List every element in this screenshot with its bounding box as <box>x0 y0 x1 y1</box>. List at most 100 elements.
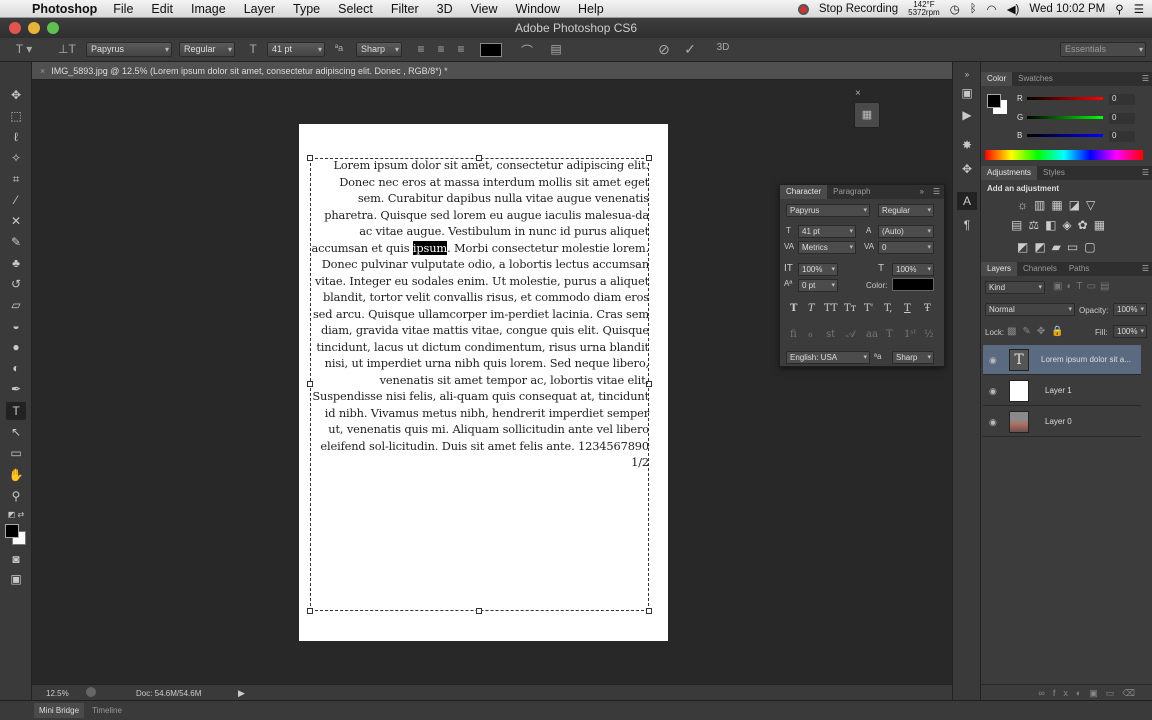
visibility-eye-icon[interactable]: ◉ <box>989 376 997 406</box>
adjustment-icons-row-1[interactable]: ☼▥▦◪▽ <box>1017 198 1101 212</box>
layer-filter-icons[interactable]: ▣◐T▭▤ <box>1053 281 1114 292</box>
warp-text-icon[interactable]: ⌒ <box>520 42 534 59</box>
move-tool-icon[interactable]: ✥ <box>6 86 26 104</box>
menu-3d[interactable]: 3D <box>437 2 453 16</box>
type-tool-preset-icon[interactable]: T ▾ <box>14 42 34 56</box>
visibility-eye-icon[interactable]: ◉ <box>989 407 997 437</box>
zoom-window-icon[interactable] <box>47 22 59 34</box>
shape-tool-icon[interactable]: ▭ <box>6 444 26 462</box>
screen-mode-icon[interactable]: ▣ <box>6 570 26 588</box>
character-panel-collapsed-icon[interactable]: ▦ <box>854 102 880 128</box>
strikethrough-button[interactable]: Ŧ <box>924 303 931 314</box>
default-colors-icon[interactable]: ◩ ⇄ <box>6 506 26 524</box>
r-value[interactable]: 0 <box>1109 94 1135 105</box>
font-style-select[interactable]: Regular <box>179 42 235 57</box>
layers-panel-menu-icon[interactable]: ☰ <box>1142 262 1149 276</box>
align-center-icon[interactable]: ≡ <box>434 42 448 56</box>
foreground-color-swatch[interactable] <box>5 524 19 538</box>
clock[interactable]: Wed 10:02 PM <box>1029 3 1105 15</box>
opacity-input[interactable]: 100% <box>1113 303 1147 316</box>
collapse-panel-icon[interactable]: » <box>920 185 924 199</box>
history-brush-tool-icon[interactable]: ↺ <box>6 275 26 293</box>
menu-type[interactable]: Type <box>293 2 320 16</box>
quick-mask-icon[interactable]: ◙ <box>6 550 26 568</box>
bbox-handle[interactable] <box>476 608 482 614</box>
superscript-button[interactable]: T' <box>864 303 873 314</box>
char-antialias-select[interactable]: Sharp <box>892 351 934 364</box>
dodge-tool-icon[interactable]: ◐ <box>6 359 26 377</box>
layer-name[interactable]: Layer 0 <box>1045 407 1072 437</box>
tab-layers[interactable]: Layers <box>981 262 1018 276</box>
app-menu[interactable]: Photoshop <box>32 2 97 16</box>
char-horizontal-scale-input[interactable]: 100% <box>892 263 934 276</box>
zoom-tool-icon[interactable]: ⚲ <box>6 487 26 505</box>
commit-edits-icon[interactable]: ✓ <box>682 41 698 58</box>
menu-filter[interactable]: Filter <box>391 2 419 16</box>
char-size-select[interactable]: 41 pt <box>798 225 856 238</box>
adjustments-panel-menu-icon[interactable]: ☰ <box>1142 166 1149 180</box>
spotlight-icon[interactable]: ⚲ <box>1115 2 1123 16</box>
char-tracking-select[interactable]: 0 <box>878 241 934 254</box>
wifi-icon[interactable]: ◠ <box>987 2 997 16</box>
volume-icon[interactable]: ◀) <box>1007 2 1020 16</box>
menu-select[interactable]: Select <box>338 2 373 16</box>
tab-paragraph[interactable]: Paragraph <box>827 185 876 199</box>
color-spectrum-ramp[interactable] <box>985 150 1143 160</box>
opentype-swash-icon[interactable]: 𝒜 <box>846 329 855 340</box>
status-info-icon[interactable] <box>86 687 96 697</box>
paragraph-text[interactable]: Lorem ipsum dolor sit amet, consectetur … <box>311 157 649 471</box>
char-font-style-select[interactable]: Regular <box>878 204 934 217</box>
char-kerning-select[interactable]: Metrics <box>798 241 856 254</box>
tab-paths[interactable]: Paths <box>1063 262 1095 276</box>
clone-source-panel-icon[interactable]: ✥ <box>957 160 977 178</box>
blend-mode-select[interactable]: Normal <box>985 303 1075 316</box>
tab-adjustments[interactable]: Adjustments <box>981 166 1038 180</box>
font-family-select[interactable]: Papyrus <box>86 42 172 57</box>
character-panel-icon[interactable]: A <box>957 192 977 210</box>
toggle-panels-icon[interactable]: ▤ <box>548 42 564 56</box>
paint-bucket-tool-icon[interactable]: ◒ <box>6 317 26 335</box>
clone-stamp-tool-icon[interactable]: ♣ <box>6 254 26 272</box>
text-color-swatch[interactable] <box>480 43 502 57</box>
brush-tool-icon[interactable]: ✎ <box>6 233 26 251</box>
layer-name[interactable]: Layer 1 <box>1045 376 1072 406</box>
crop-tool-icon[interactable]: ⌗ <box>6 170 26 188</box>
char-vertical-scale-input[interactable]: 100% <box>798 263 838 276</box>
notification-icon[interactable]: ☰ <box>1134 2 1144 16</box>
eraser-tool-icon[interactable]: ▱ <box>6 296 26 314</box>
minimize-window-icon[interactable] <box>28 22 40 34</box>
layer-name[interactable]: Lorem ipsum dolor sit a... <box>1041 345 1131 375</box>
brush-panel-icon[interactable]: ✸ <box>957 136 977 154</box>
tab-color[interactable]: Color <box>981 72 1013 86</box>
toggle-text-orientation-icon[interactable]: ⊥T <box>58 42 76 56</box>
document-tab[interactable]: × IMG_5893.jpg @ 12.5% (Lorem ipsum dolor… <box>32 62 952 80</box>
adjustment-icons-row-3[interactable]: ◩◩▰▭▢ <box>1017 240 1102 254</box>
language-select[interactable]: English: USA <box>786 351 870 364</box>
opentype-fractions-icon[interactable]: ½ <box>924 329 934 340</box>
layer-filter-select[interactable]: Kind <box>985 281 1045 294</box>
antialias-select[interactable]: Sharp <box>356 42 402 57</box>
eyedropper-tool-icon[interactable]: ⁄ <box>6 191 26 209</box>
faux-italic-button[interactable]: T <box>808 303 815 314</box>
workspace-select[interactable]: Essentials <box>1060 42 1146 57</box>
subscript-button[interactable]: T, <box>884 303 892 314</box>
menu-layer[interactable]: Layer <box>244 2 275 16</box>
opentype-alternates-icon[interactable]: ℴ <box>808 329 813 340</box>
menu-file[interactable]: File <box>113 2 133 16</box>
layer-row-text[interactable]: ◉ T Lorem ipsum dolor sit a... <box>983 345 1141 375</box>
tab-channels[interactable]: Channels <box>1017 262 1063 276</box>
menu-edit[interactable]: Edit <box>151 2 173 16</box>
lock-icons[interactable]: ▩✎✥🔒 <box>1007 326 1070 337</box>
opentype-discretionary-icon[interactable]: st <box>826 329 835 340</box>
char-font-family-select[interactable]: Papyrus <box>786 204 870 217</box>
cancel-edits-icon[interactable]: ⊘ <box>656 41 672 58</box>
tab-styles[interactable]: Styles <box>1037 166 1071 180</box>
actions-panel-icon[interactable]: ▶ <box>957 106 977 124</box>
g-slider[interactable] <box>1027 116 1103 119</box>
g-value[interactable]: 0 <box>1109 113 1135 124</box>
path-selection-tool-icon[interactable]: ↖ <box>6 423 26 441</box>
stop-recording[interactable]: Stop Recording <box>819 3 898 15</box>
3d-extrusion-icon[interactable]: 3D <box>714 42 732 53</box>
menu-help[interactable]: Help <box>578 2 604 16</box>
color-panel-menu-icon[interactable]: ☰ <box>1142 72 1149 86</box>
